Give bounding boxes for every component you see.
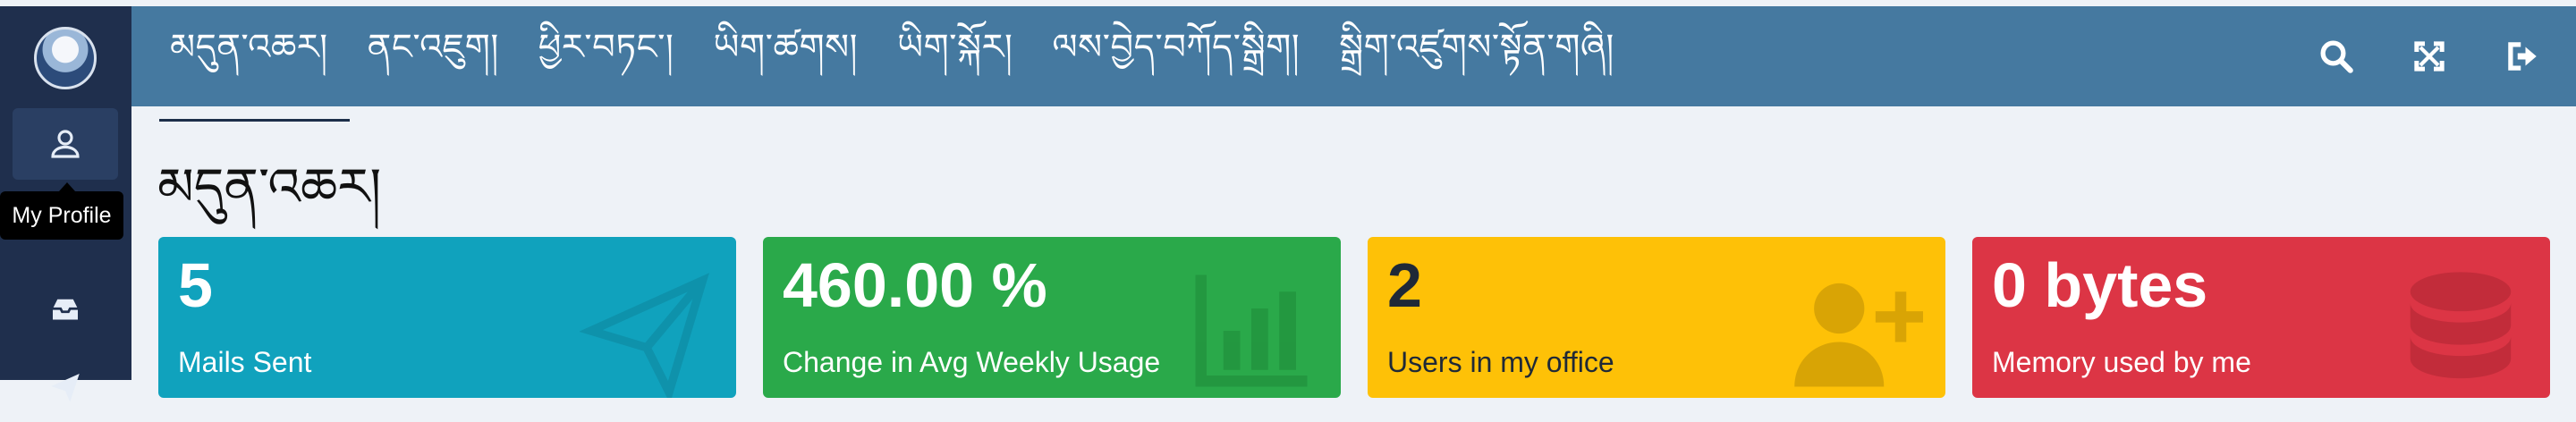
tooltip-arrow — [59, 182, 75, 191]
sign-out-icon[interactable] — [2503, 37, 2542, 76]
nav-item-outbound[interactable]: ཕྱིར་བཏང་། — [538, 6, 674, 107]
sidebar-item-profile[interactable] — [13, 108, 118, 180]
card-mails-sent[interactable]: 5 Mails Sent — [158, 237, 736, 398]
database-icon — [2410, 272, 2512, 379]
organization-logo — [34, 27, 97, 89]
card-value: 2 — [1387, 250, 1422, 320]
nav-actions — [2317, 6, 2542, 106]
inbox-icon — [53, 299, 78, 320]
bar-chart-icon — [1195, 274, 1308, 387]
nav-item-staff[interactable]: ལས་བྱེད་བཀོད་སྒྲིག། — [1052, 6, 1300, 107]
search-icon[interactable] — [2317, 37, 2356, 76]
main-nav: མདུན་འཆར། ནང་འཇུག། ཕྱིར་བཏང་། ཡིག་ཚགས། ཡ… — [159, 6, 1614, 122]
nav-item-settings[interactable]: སྒྲིག་འཛུགས་སྟོན་གཞི། — [1339, 6, 1614, 107]
card-value: 5 — [178, 250, 213, 320]
paper-plane-icon — [580, 273, 709, 398]
expand-icon[interactable] — [2410, 37, 2449, 76]
sidebar-item-send[interactable] — [13, 350, 118, 422]
user-icon — [51, 130, 80, 158]
send-icon — [51, 374, 80, 402]
sidebar-tooltip: My Profile — [0, 191, 123, 240]
card-label: Memory used by me — [1992, 346, 2251, 378]
stats-cards: 5 Mails Sent 460.00 % Change in Avg Week… — [158, 237, 2550, 398]
card-memory-used[interactable]: 0 bytes Memory used by me — [1972, 237, 2550, 398]
nav-item-dashboard[interactable]: མདུན་འཆར། — [159, 6, 350, 122]
card-weekly-usage[interactable]: 460.00 % Change in Avg Weekly Usage — [763, 237, 1341, 398]
nav-item-documents[interactable]: ཡིག་ཚགས། — [713, 6, 858, 107]
user-plus-icon — [1794, 283, 1923, 387]
card-value: 460.00 % — [783, 250, 1047, 320]
card-label: Change in Avg Weekly Usage — [783, 346, 1161, 378]
card-office-users[interactable]: 2 Users in my office — [1368, 237, 1945, 398]
nav-item-letters[interactable]: ཡིག་སྐོར། — [897, 6, 1013, 107]
sidebar-item-inbox[interactable] — [13, 274, 118, 346]
card-value: 0 bytes — [1992, 250, 2208, 320]
nav-item-inbound[interactable]: ནང་འཇུག། — [368, 6, 499, 107]
card-label: Mails Sent — [178, 346, 312, 378]
card-label: Users in my office — [1387, 346, 1614, 378]
